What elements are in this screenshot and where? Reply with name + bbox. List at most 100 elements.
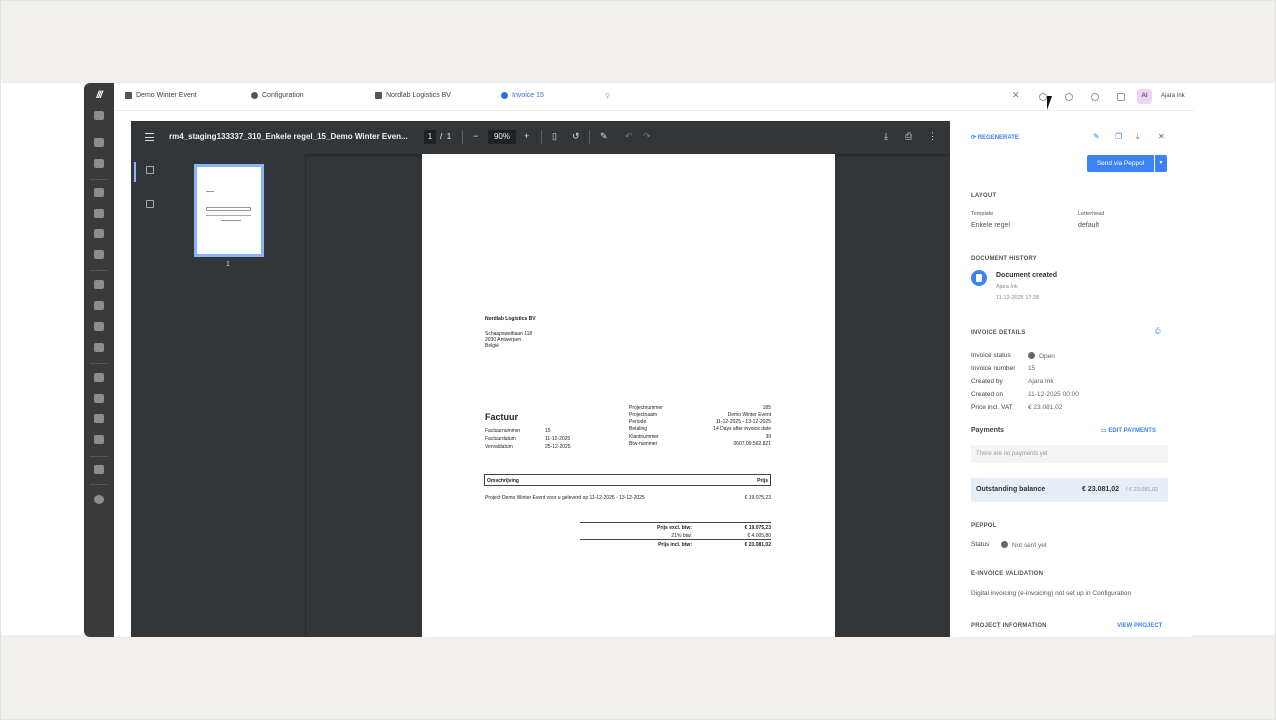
check-icon[interactable] xyxy=(94,394,104,403)
zoom-level[interactable]: 90% xyxy=(488,130,516,144)
edit-icon[interactable]: ✎ xyxy=(1093,132,1100,141)
mouse-cursor-icon xyxy=(1047,96,1057,110)
tab-bar: Demo Winter Event Configuration Nordlab … xyxy=(114,83,1194,111)
download-icon[interactable]: ⤓ xyxy=(1136,132,1140,142)
people-icon[interactable] xyxy=(94,322,104,331)
theme-icon[interactable] xyxy=(1065,93,1073,101)
tab-customer[interactable]: Nordlab Logistics BV xyxy=(375,92,451,99)
thumbnails-icon[interactable] xyxy=(146,166,154,174)
inventory-icon[interactable] xyxy=(94,280,104,289)
tab-invoice[interactable]: Invoice 15 xyxy=(501,92,544,99)
field-label: Created by xyxy=(971,378,1003,385)
invoice-number: 15 xyxy=(1028,365,1036,372)
close-icon[interactable]: ✕ xyxy=(1158,132,1165,141)
dashboard-icon[interactable] xyxy=(94,111,104,120)
more-icon[interactable]: ⋮ xyxy=(928,131,937,141)
search-icon[interactable] xyxy=(1039,93,1047,101)
page-thumbnail[interactable] xyxy=(194,164,264,257)
meta-value: 0607.09.562.821 xyxy=(733,441,771,447)
print-icon[interactable]: ⎙ xyxy=(1155,328,1161,336)
fit-page-icon[interactable]: ▯ xyxy=(552,131,557,141)
globe-icon[interactable] xyxy=(94,250,104,259)
invoice-icon xyxy=(501,92,508,99)
line-item-description: Project Demo Winter Event voor u gelever… xyxy=(485,495,645,501)
meta-value: 14 Days after invoice date xyxy=(713,426,771,432)
outline-icon[interactable] xyxy=(146,200,154,208)
warehouse-icon[interactable] xyxy=(94,159,104,168)
logo-icon[interactable]: /// xyxy=(89,90,109,102)
sidebar-divider xyxy=(90,363,108,364)
page-number-input[interactable]: 1 xyxy=(424,130,436,144)
thumbnail-view-indicator xyxy=(134,162,136,182)
section-title: PROJECT INFORMATION xyxy=(971,623,1047,629)
page-count: / 1 xyxy=(440,132,452,141)
sidebar-divider xyxy=(90,456,108,457)
outstanding-value: € 23.081,02 xyxy=(1082,486,1119,493)
undo-icon[interactable]: ↶ xyxy=(625,131,633,141)
pdf-page: Nordlab Logistics BV Schaapsweitlaan 118… xyxy=(422,154,835,637)
meta-value: 11-12-2025 xyxy=(545,436,571,442)
wrench-icon[interactable] xyxy=(94,414,104,423)
avatar[interactable]: AI xyxy=(1137,89,1152,104)
backdrop-top xyxy=(1,1,1275,83)
calendar-icon[interactable] xyxy=(94,138,104,147)
notifications-icon[interactable] xyxy=(1091,93,1099,101)
meta-value: 11-12-2025 - 13-12-2025 xyxy=(715,419,771,425)
zoom-out-icon[interactable]: − xyxy=(473,131,478,141)
address-line: België xyxy=(485,343,499,349)
tasks-icon[interactable] xyxy=(94,373,104,382)
sidebar-divider xyxy=(90,270,108,271)
truck-icon[interactable] xyxy=(94,343,104,352)
crew-icon[interactable] xyxy=(94,209,104,218)
print-icon[interactable]: ⎙ xyxy=(905,131,912,141)
menu-icon[interactable] xyxy=(145,133,154,141)
history-time: 11-12-2025 17:38 xyxy=(996,295,1040,301)
meta-value: Demo Winter Event xyxy=(727,412,771,418)
toolbar-divider xyxy=(589,130,590,144)
letterhead-value[interactable]: default xyxy=(1078,222,1099,229)
payments-label: Payments xyxy=(971,427,1005,434)
tab-event[interactable]: Demo Winter Event xyxy=(125,92,197,99)
copy-icon[interactable]: ❐ xyxy=(1115,132,1122,141)
planning-icon[interactable] xyxy=(94,188,104,197)
template-value[interactable]: Enkele regel xyxy=(971,222,1010,229)
send-options-chevron-icon[interactable]: ▾ xyxy=(1155,155,1167,172)
send-peppol-button[interactable]: Send via Peppol xyxy=(1087,155,1154,172)
section-title: INVOICE DETAILS xyxy=(971,330,1026,336)
tab-configuration[interactable]: Configuration xyxy=(251,92,304,99)
contacts-icon[interactable] xyxy=(94,229,104,238)
gear-icon xyxy=(251,92,258,99)
monitor-icon[interactable] xyxy=(94,465,104,474)
toolbar-divider xyxy=(462,130,463,144)
rotate-icon[interactable]: ↺ xyxy=(572,131,580,141)
field-label: Invoice number xyxy=(971,365,1016,372)
redo-icon[interactable]: ↷ xyxy=(643,131,651,141)
user-name[interactable]: Ajara Ink xyxy=(1161,93,1185,99)
field-label: Status xyxy=(971,541,990,548)
peppol-status: Not sent yet xyxy=(1001,541,1047,549)
meta-label: Projectnummer xyxy=(629,405,663,411)
download-icon[interactable]: ⤓ xyxy=(884,131,888,141)
thumbnail-page-number: 1 xyxy=(226,261,230,268)
view-project-link[interactable]: VIEW PROJECT xyxy=(1117,623,1162,629)
stock-icon[interactable] xyxy=(94,301,104,310)
status-dot-icon xyxy=(1028,352,1035,359)
pin-icon[interactable]: ⚲ xyxy=(605,92,610,100)
settings-icon[interactable] xyxy=(94,495,104,504)
close-tabs-icon[interactable]: ✕ xyxy=(1012,90,1020,101)
tab-label: Invoice 15 xyxy=(512,92,544,99)
zoom-in-icon[interactable]: + xyxy=(524,131,529,141)
status-dot-icon xyxy=(1001,541,1008,548)
invoice-heading: Factuur xyxy=(485,412,519,422)
meta-label: Factuurdatum xyxy=(485,436,516,442)
created-on: 11-12-2025 00:00 xyxy=(1028,391,1079,398)
total-label: Prijs excl. btw: xyxy=(656,525,692,531)
clipboard-icon[interactable] xyxy=(1117,93,1125,101)
report-icon[interactable] xyxy=(94,435,104,444)
pdf-viewer: rm4_staging133337_310_Enkele regel_15_De… xyxy=(131,121,950,637)
field-label: Template xyxy=(971,211,994,217)
regenerate-button[interactable]: ⟳ REGENERATE xyxy=(971,134,1019,141)
toolbar-divider xyxy=(541,130,542,144)
annotate-icon[interactable]: ✎ xyxy=(600,131,608,141)
edit-payments-button[interactable]: ▭ EDIT PAYMENTS xyxy=(1101,427,1156,434)
